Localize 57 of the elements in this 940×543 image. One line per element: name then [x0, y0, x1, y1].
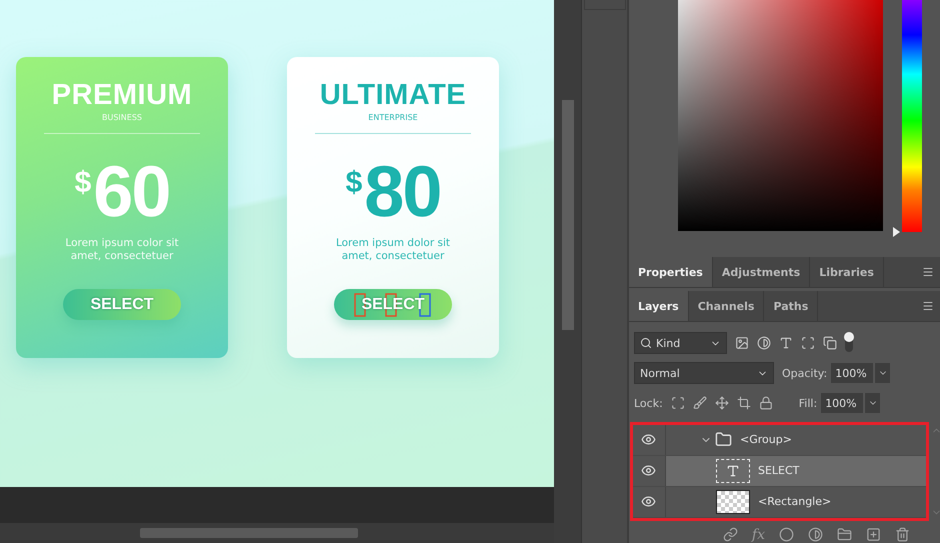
currency-sign: $: [74, 166, 92, 200]
layer-row[interactable]: SELECT: [632, 456, 926, 487]
crop-icon[interactable]: [736, 396, 751, 410]
color-field[interactable]: [678, 0, 883, 231]
panel-tab[interactable]: Paths: [764, 291, 818, 322]
plan-title: ULTIMATE: [320, 79, 466, 111]
folder-icon: [714, 431, 732, 448]
filter-toggle[interactable]: [844, 334, 853, 352]
brush-icon[interactable]: [692, 396, 707, 410]
layer-name: SELECT: [758, 464, 800, 478]
scrollbar-thumb[interactable]: [140, 528, 358, 538]
half-circle-icon[interactable]: [756, 336, 771, 350]
layer-name: <Group>: [740, 433, 792, 446]
transparent-thumbnail: [716, 490, 750, 514]
new-layer-icon[interactable]: [866, 527, 881, 542]
menu-icon: [922, 266, 934, 278]
fill-field[interactable]: 100%: [821, 393, 864, 414]
layer-row[interactable]: <Group>: [632, 424, 926, 456]
price: 60: [93, 152, 170, 232]
hue-slider-thumb[interactable]: [892, 227, 900, 237]
currency-sign: $: [346, 166, 362, 200]
panel-tab[interactable]: Layers: [628, 291, 689, 322]
move-icon[interactable]: [714, 396, 729, 410]
eye-icon[interactable]: [641, 432, 656, 448]
menu-icon: [922, 300, 934, 312]
panel-tab[interactable]: Channels: [688, 291, 764, 322]
scrollbar-thumb[interactable]: [562, 100, 574, 330]
lock-label: Lock:: [634, 396, 663, 410]
half-circle-icon[interactable]: [808, 527, 823, 542]
search-icon: [640, 337, 652, 350]
eye-icon[interactable]: [641, 463, 656, 478]
plan-subtitle: BUSINESS: [102, 112, 142, 124]
trash-icon[interactable]: [894, 527, 910, 542]
filter-dropdown[interactable]: Kind: [634, 332, 727, 354]
blend-mode-dropdown[interactable]: Normal: [634, 362, 774, 384]
plan-title: PREMIUM: [52, 79, 192, 111]
panel-tab[interactable]: Libraries: [810, 257, 884, 288]
layer-name: <Rectangle>: [758, 495, 832, 508]
shape-icon[interactable]: [800, 336, 815, 350]
plan-subtitle: ENTERPRISE: [368, 112, 418, 124]
panel-tab[interactable]: Properties: [628, 257, 713, 288]
plan-description: Lorem ipsum color sit amet, consectetuer: [64, 237, 180, 263]
eye-icon[interactable]: [641, 494, 656, 510]
smart-object-icon[interactable]: [822, 336, 837, 350]
folder-icon[interactable]: [836, 527, 852, 542]
layer-row[interactable]: <Rectangle>: [632, 486, 926, 518]
text-layer-thumbnail: [716, 458, 750, 483]
lock-icon[interactable]: [758, 396, 773, 410]
type-icon[interactable]: [778, 336, 793, 350]
price: 80: [364, 152, 440, 232]
image-icon[interactable]: [734, 336, 749, 350]
opacity-field[interactable]: 100%: [831, 363, 874, 384]
link-icon[interactable]: [722, 527, 738, 542]
opacity-label: Opacity:: [782, 366, 828, 380]
panel-tab[interactable]: Adjustments: [712, 257, 810, 288]
fill-label: Fill:: [798, 396, 818, 410]
plan-description: Lorem ipsum dolor sit amet, consectetuer: [334, 237, 452, 263]
